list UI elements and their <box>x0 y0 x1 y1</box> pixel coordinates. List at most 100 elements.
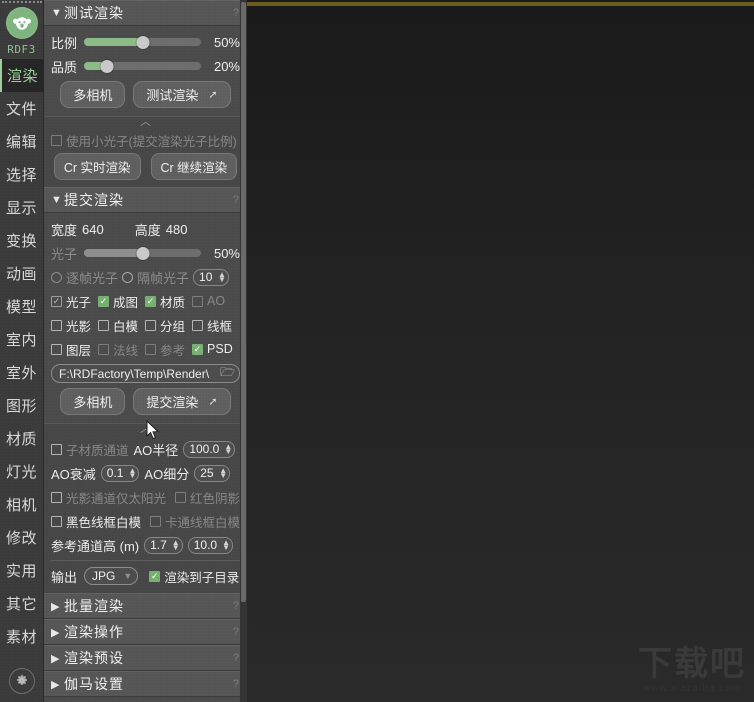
section-header-collapsed-1[interactable]: ▶ 渲染操作? <box>44 619 247 645</box>
up-arrow-icon: ➚ <box>208 396 218 408</box>
folder-icon[interactable]: 🗁 <box>220 363 235 384</box>
black-wireframe-white-model-checkbox[interactable]: ✓ 黑色线框白模 <box>51 512 141 531</box>
height-value[interactable]: 480 <box>166 222 188 237</box>
stepper-arrows-icon[interactable]: ▲ ▼ <box>222 539 230 552</box>
channel-checkbox-光子[interactable]: ✓ 光子 <box>51 292 91 311</box>
ao-radius-stepper[interactable]: 100.0 ▲ ▼ <box>183 440 236 458</box>
radio-interval-frame-photon[interactable]: 隔帧光子 <box>122 268 189 287</box>
channel-checkbox-图层[interactable]: ✓ 图层 <box>51 340 91 359</box>
small-photon-checkbox[interactable]: ✓ 使用小光子(提交渲染光子比例) <box>51 131 237 150</box>
help-icon[interactable]: ? <box>233 194 239 206</box>
help-icon[interactable]: ? <box>233 600 239 612</box>
sidebar-item-11[interactable]: 材质 <box>0 422 44 455</box>
submit-render-button[interactable]: 提交渲染 ➚ <box>133 388 231 415</box>
ao-subdiv-stepper[interactable]: 25 ▲ ▼ <box>194 464 231 482</box>
ref-distance-stepper[interactable]: 10.0 ▲ ▼ <box>187 536 233 554</box>
sidebar-item-13[interactable]: 相机 <box>0 488 44 521</box>
slider-knob[interactable] <box>136 246 149 260</box>
slider-knob[interactable] <box>100 59 114 73</box>
channel-checkbox-分组[interactable]: ✓分组 <box>145 316 185 335</box>
cartoon-wireframe-white-model-checkbox[interactable]: ✓ 卡通线框白模 <box>150 512 240 531</box>
viewport-canvas[interactable]: 下载吧 www.xiazaiba.com <box>247 0 754 702</box>
slider-fill <box>84 249 143 257</box>
sidebar-item-4[interactable]: 显示 <box>0 191 44 224</box>
section-header-submit-render[interactable]: ▼ 提交渲染 ? <box>44 187 247 213</box>
sidebar-item-2[interactable]: 编辑 <box>0 125 44 158</box>
interval-frame-stepper[interactable]: 10 ▲ ▼ <box>193 268 229 286</box>
help-icon[interactable]: ? <box>233 678 239 690</box>
radio-per-frame-photon[interactable]: 逐帧光子 <box>51 268 118 287</box>
chevron-up-icon[interactable]: ︿ <box>51 117 240 130</box>
channel-checkbox-法线[interactable]: ✓法线 <box>98 340 138 359</box>
sidebar-item-3[interactable]: 选择 <box>0 158 44 191</box>
multi-camera-button-submit[interactable]: 多相机 <box>60 388 126 415</box>
checkbox-label: 黑色线框白模 <box>66 515 142 530</box>
channel-checkbox-线框[interactable]: ✓线框 <box>192 316 232 335</box>
channel-checkbox-成图[interactable]: ✓ 成图 <box>98 292 138 311</box>
render-to-subdirectory-checkbox[interactable]: ✓ 渲染到子目录 <box>149 567 239 586</box>
checkbox-box: ✓ <box>192 319 204 331</box>
sub-material-channel-checkbox[interactable]: ✓ 子材质通道 <box>51 440 129 459</box>
corona-continue-render-button[interactable]: Cr 继续渲染 <box>150 153 238 180</box>
stepper-arrows-icon[interactable]: ▲ ▼ <box>224 443 232 456</box>
stepper-arrows-icon[interactable]: ▲ ▼ <box>172 539 180 552</box>
quality-slider[interactable] <box>84 59 201 73</box>
corona-realtime-render-button[interactable]: Cr 实时渲染 <box>53 153 141 180</box>
section-header-collapsed-3[interactable]: ▶ 伽马设置? <box>44 671 247 697</box>
scale-slider[interactable] <box>84 35 201 49</box>
output-format-select[interactable]: JPG ▼ <box>84 567 139 585</box>
sidebar-item-10[interactable]: 图形 <box>0 389 44 422</box>
sidebar-item-17[interactable]: 素材 <box>0 620 44 653</box>
channel-checkbox-白模[interactable]: ✓白模 <box>98 316 138 335</box>
output-channels-row-1: ✓光子 ✓成图 ✓材质 ✓AO <box>51 289 240 313</box>
width-value[interactable]: 640 <box>82 222 104 237</box>
sidebar-item-5[interactable]: 变换 <box>0 224 44 257</box>
sidebar-item-6[interactable]: 动画 <box>0 257 44 290</box>
scrollbar-thumb[interactable] <box>241 2 246 602</box>
sidebar-item-15[interactable]: 实用 <box>0 554 44 587</box>
select-value: JPG <box>92 569 116 583</box>
section-header-collapsed-0[interactable]: ▶ 批量渲染? <box>44 593 247 619</box>
checkbox-box: ✓ <box>51 491 62 503</box>
channel-checkbox-光影[interactable]: ✓ 光影 <box>51 316 91 335</box>
ref-height-stepper[interactable]: 1.7 ▲ ▼ <box>144 536 183 554</box>
watermark-url: www.xiazaiba.com <box>642 683 742 694</box>
sidebar-item-8[interactable]: 室内 <box>0 323 44 356</box>
sidebar-item-12[interactable]: 灯光 <box>0 455 44 488</box>
gear-icon[interactable] <box>8 668 35 694</box>
button-label: 测试渲染 <box>146 88 199 103</box>
stepper-arrows-icon[interactable]: ▲ ▼ <box>219 467 227 480</box>
chevron-up-icon[interactable]: ︿ <box>51 424 240 437</box>
panel-scrollbar[interactable] <box>240 0 247 702</box>
help-icon[interactable]: ? <box>233 652 239 664</box>
sidebar-item-16[interactable]: 其它 <box>0 587 44 620</box>
channel-checkbox-PSD[interactable]: ✓ PSD <box>192 342 233 356</box>
output-path-input[interactable]: F:\RDFactory\Temp\Render\ 🗁 <box>51 364 240 383</box>
section-title: 渲染操作 <box>64 624 124 640</box>
sidebar-item-14[interactable]: 修改 <box>0 521 44 554</box>
sidebar-item-9[interactable]: 室外 <box>0 356 44 389</box>
channel-checkbox-参考[interactable]: ✓参考 <box>145 340 185 359</box>
sidebar-item-7[interactable]: 模型 <box>0 290 44 323</box>
red-shadow-checkbox[interactable]: ✓ 红色阴影 <box>175 488 240 507</box>
section-header-test-render[interactable]: ▼ 测试渲染 ? <box>44 0 247 26</box>
photon-slider[interactable] <box>84 246 201 260</box>
advanced-options-subpanel: ︿ ✓ 子材质通道 AO半径 100.0 ▲▼ AO衰减 0.1 ▲▼ AO细 <box>44 423 247 593</box>
section-header-collapsed-2[interactable]: ▶ 渲染预设? <box>44 645 247 671</box>
multi-camera-button[interactable]: 多相机 <box>60 81 126 108</box>
slider-knob[interactable] <box>136 35 149 49</box>
sidebar-item-0[interactable]: 渲染 <box>0 59 44 92</box>
shadow-sun-only-checkbox[interactable]: ✓ 光影通道仅太阳光 <box>51 488 166 507</box>
stepper-arrows-icon[interactable]: ▲ ▼ <box>218 271 226 284</box>
help-icon[interactable]: ? <box>233 626 239 638</box>
test-render-button[interactable]: 测试渲染 ➚ <box>133 81 231 108</box>
ao-params-row: AO衰减 0.1 ▲ ▼ AO细分 25 ▲ ▼ <box>51 461 240 485</box>
channel-checkbox-材质[interactable]: ✓ 材质 <box>145 292 185 311</box>
ao-falloff-stepper[interactable]: 0.1 ▲ ▼ <box>100 464 140 482</box>
checkbox-label: 光影 <box>66 319 92 334</box>
sidebar-item-1[interactable]: 文件 <box>0 92 44 125</box>
checkbox-box: ✓ <box>98 295 110 307</box>
stepper-arrows-icon[interactable]: ▲ ▼ <box>128 467 136 480</box>
help-icon[interactable]: ? <box>233 7 239 19</box>
channel-checkbox-AO[interactable]: ✓AO <box>192 294 225 308</box>
